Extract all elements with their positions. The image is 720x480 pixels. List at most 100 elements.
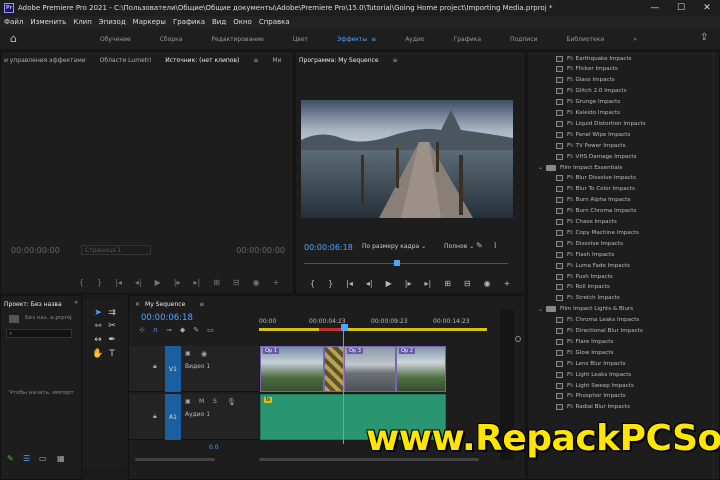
effect-item[interactable]: FI: Glow Impacts <box>538 347 613 358</box>
program-fit-select[interactable]: По размеру кадра ⌄ <box>362 243 426 250</box>
step-back-icon[interactable]: ◂| <box>135 278 142 287</box>
effect-item[interactable]: FI: Glass Impacts <box>538 75 615 86</box>
export-frame-icon[interactable]: ◉ <box>253 278 260 287</box>
timeline-ruler[interactable]: 00:00 00:00:04:23 00:00:09:23 00:00:14:2… <box>259 316 487 331</box>
effect-item[interactable]: FI: Chroma Leaks Impacts <box>538 315 639 326</box>
effect-item[interactable]: FI: VHS Damage Impacts <box>538 151 637 162</box>
effect-item[interactable]: FI: Blur To Color Impacts <box>538 184 635 195</box>
video-eye-icon[interactable]: ◉ <box>201 350 207 358</box>
effect-item[interactable]: FI: Copy Machine Impacts <box>538 227 639 238</box>
menu-graphics[interactable]: Графика <box>173 18 205 26</box>
menu-clip[interactable]: Клип <box>73 18 92 26</box>
video-clip-1[interactable]: Op 1 <box>260 346 324 392</box>
audio-sync-icon[interactable]: ▣ <box>185 398 191 405</box>
timeline-settings-icon[interactable]: ✎ <box>193 326 207 334</box>
effect-item[interactable]: FI: Chaos Impacts <box>538 217 617 228</box>
program-menu-icon[interactable]: ≡ <box>393 57 398 64</box>
linked-select-icon[interactable]: ⊸ <box>166 326 180 334</box>
effect-item[interactable]: FI: Flare Impacts <box>538 336 613 347</box>
menu-window[interactable]: Окно <box>233 18 252 26</box>
scrubber-playhead[interactable] <box>394 260 400 266</box>
effect-item[interactable]: FI: Burn Alpha Impacts <box>538 195 630 206</box>
effect-item[interactable]: FI: Push Impacts <box>538 271 613 282</box>
prog-mark-out-icon[interactable]: } <box>328 279 333 288</box>
overwrite-icon[interactable]: ⊟ <box>233 278 240 287</box>
add-marker-icon[interactable]: ◆ <box>180 326 193 334</box>
effect-item[interactable]: FI: Light Leaks Impacts <box>538 369 631 380</box>
video-sync-icon[interactable]: ▣ <box>185 350 191 357</box>
effect-item[interactable]: FI: Lens Blur Impacts <box>538 358 626 369</box>
video-clip-2[interactable]: Op 3 <box>344 346 396 392</box>
extract-icon[interactable]: ⊟ <box>464 279 471 288</box>
effect-item[interactable]: FI: Burn Chroma Impacts <box>538 206 636 217</box>
effect-item[interactable]: FI: Radial Blur Impacts <box>538 402 630 413</box>
menu-view[interactable]: Вид <box>212 18 226 26</box>
effect-item[interactable]: FI: Phosphor Impacts <box>538 391 626 402</box>
prog-mark-in-icon[interactable]: { <box>310 279 315 288</box>
home-icon[interactable]: ⌂ <box>10 33 22 45</box>
prog-export-frame-icon[interactable]: ◉ <box>484 279 491 288</box>
tab-audio[interactable]: Аудио <box>405 36 424 43</box>
tab-editing[interactable]: Редактирование <box>211 36 263 43</box>
captions-icon[interactable]: ▭ <box>207 326 222 334</box>
mark-in-icon[interactable]: { <box>79 278 84 287</box>
chevron-down-icon[interactable]: ⌄ <box>538 306 546 313</box>
effect-item[interactable]: FI: TV Power Impacts <box>538 140 626 151</box>
panel-menu-icon[interactable]: ≡ <box>253 57 258 64</box>
tab-effects[interactable]: Эффекты <box>337 36 367 43</box>
tab-effect-controls[interactable]: и управления эффектами <box>4 57 86 64</box>
video-track-tag[interactable]: V1 <box>165 346 181 392</box>
chevron-down-icon[interactable]: ⌄ <box>538 164 546 171</box>
effect-item[interactable]: FI: Directional Blur Impacts <box>538 326 643 337</box>
effects-scrollbar[interactable] <box>712 52 715 479</box>
menu-sequence[interactable]: Эпизод <box>99 18 126 26</box>
timeline-zoom-value[interactable]: 0.0 <box>209 444 219 451</box>
effect-item[interactable]: FI: Liquid Distortion Impacts <box>538 118 646 129</box>
workspace-menu-icon[interactable]: ≡ <box>371 36 376 43</box>
effect-item[interactable]: FI: Luma Fade Impacts <box>538 260 630 271</box>
microphone-icon[interactable]: 🎙︎ <box>227 398 236 406</box>
hand-tool-icon[interactable]: ✋ <box>91 347 105 360</box>
effect-item[interactable]: FI: Stretch Impacts <box>538 293 620 304</box>
icon-view-icon[interactable]: ▭ <box>39 454 47 463</box>
prog-go-to-out-icon[interactable]: ▸| <box>425 279 432 288</box>
play-icon[interactable]: ▶ <box>155 278 161 287</box>
program-quality-select[interactable]: Полное ⌄ <box>444 243 474 250</box>
effect-item[interactable]: FI: Light Sweep Impacts <box>538 380 634 391</box>
close-button[interactable]: ✕ <box>694 0 720 16</box>
tab-graphics[interactable]: Графика <box>454 36 481 43</box>
work-area-bar[interactable] <box>259 328 487 331</box>
video-clip-3[interactable]: Op 2 <box>396 346 446 392</box>
audio-track-tag[interactable]: A1 <box>165 394 181 440</box>
project-search-input[interactable]: ⌕ <box>6 329 72 338</box>
lift-icon[interactable]: ⊞ <box>444 279 451 288</box>
solo-button[interactable]: S <box>213 398 217 405</box>
program-timecode[interactable]: 00:00:06:18 <box>304 243 353 252</box>
tab-libraries[interactable]: Библиотеки <box>566 36 604 43</box>
video-lock-icon[interactable]: 🔒︎ <box>153 362 157 371</box>
type-tool-icon[interactable]: T <box>105 347 119 360</box>
selection-tool-icon[interactable]: ➤ <box>91 306 105 319</box>
vertical-scroll-handle[interactable] <box>515 336 521 342</box>
track-select-tool-icon[interactable]: ⇉ <box>105 306 119 319</box>
prog-step-forward-icon[interactable]: |▸ <box>405 279 412 288</box>
effects-folder[interactable]: ⌄ Film Impact Essentials <box>538 162 622 173</box>
effect-item[interactable]: FI: Flash Impacts <box>538 249 614 260</box>
prog-go-to-in-icon[interactable]: |◂ <box>346 279 353 288</box>
effect-item[interactable]: FI: Dissolve Impacts <box>538 238 623 249</box>
nest-icon[interactable]: ⊹ <box>139 326 153 334</box>
snap-icon[interactable]: ∩ <box>153 326 166 334</box>
tab-metadata[interactable]: Ми <box>272 57 281 64</box>
tab-source[interactable]: Источник: (нет клипов) <box>165 57 239 64</box>
tab-lumetri-scopes[interactable]: Области Lumetri <box>100 57 152 64</box>
effect-item[interactable]: FI: Panel Wipe Impacts <box>538 129 630 140</box>
prog-step-back-icon[interactable]: ◂| <box>366 279 373 288</box>
close-sequence-icon[interactable]: ✕ <box>135 301 140 308</box>
menu-edit[interactable]: Изменить <box>30 18 66 26</box>
effect-item[interactable]: FI: Kaleido Impacts <box>538 108 620 119</box>
effect-item[interactable]: FI: Blur Dissolve Impacts <box>538 173 636 184</box>
timeline-menu-icon[interactable]: ≡ <box>199 301 204 308</box>
effect-item[interactable]: FI: Earthquake Impacts <box>538 53 632 64</box>
menu-file[interactable]: Файл <box>4 18 23 26</box>
effect-item[interactable]: FI: Flicker Impacts <box>538 64 618 75</box>
